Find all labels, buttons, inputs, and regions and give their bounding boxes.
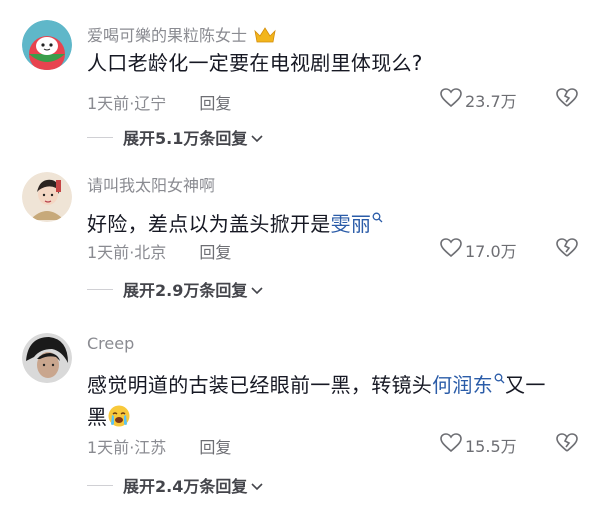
expand-divider (87, 288, 113, 290)
avatar[interactable] (22, 172, 72, 222)
comment-location: 北京 (134, 243, 167, 262)
reply-button[interactable]: 回复 (199, 243, 231, 262)
broken-heart-icon[interactable] (556, 88, 578, 112)
username-text[interactable]: 爱喝可樂的果粒陈女士 (87, 26, 247, 45)
comment-time: 1天前 (87, 243, 130, 262)
username[interactable]: 请叫我太阳女神啊 (87, 172, 215, 196)
comment-location: 辽宁 (134, 94, 167, 113)
comment-text-tail: 又一 (505, 373, 546, 397)
like-button[interactable]: 23.7万 (440, 88, 517, 112)
avatar[interactable] (22, 20, 72, 70)
username[interactable]: 爱喝可樂的果粒陈女士 (87, 22, 276, 47)
comment-text-content: 好险，差点以为盖头掀开是 (87, 212, 331, 236)
broken-heart-icon[interactable] (556, 238, 578, 262)
search-link[interactable]: 雯丽 (331, 212, 372, 236)
expand-replies-button[interactable]: 展开2.4万条回复 (87, 473, 263, 497)
like-button[interactable]: 17.0万 (440, 238, 517, 262)
like-button[interactable]: 15.5万 (440, 433, 517, 457)
like-count: 17.0万 (465, 242, 517, 261)
like-count: 15.5万 (465, 437, 517, 456)
expand-replies-button[interactable]: 展开5.1万条回复 (87, 125, 263, 149)
heart-icon (440, 238, 462, 262)
expand-replies-button[interactable]: 展开2.9万条回复 (87, 277, 263, 301)
comment-text: 人口老龄化一定要在电视剧里体现么? (87, 47, 577, 79)
comment-text-content: 感觉明道的古装已经眼前一黑，转镜头 (87, 373, 433, 397)
comment-text-content: 人口老龄化一定要在电视剧里体现么? (87, 51, 423, 75)
comment-meta: 1天前·北京 回复 (87, 239, 231, 263)
crown-icon (254, 27, 276, 47)
expand-replies-label: 展开2.4万条回复 (123, 477, 248, 496)
comment-text: 好险，差点以为盖头掀开是雯丽 (87, 200, 577, 240)
chevron-down-icon (251, 280, 263, 299)
crying-emoji-icon (107, 404, 131, 437)
expand-divider (87, 484, 113, 486)
expand-divider (87, 136, 113, 138)
reply-button[interactable]: 回复 (199, 94, 231, 113)
comment-meta: 1天前·辽宁 回复 (87, 90, 231, 114)
reply-button[interactable]: 回复 (199, 438, 231, 457)
comment-text: 感觉明道的古装已经眼前一黑，转镜头何润东 又一 黑 (87, 361, 577, 437)
avatar[interactable] (22, 333, 72, 383)
comment-time: 1天前 (87, 94, 130, 113)
heart-icon (440, 88, 462, 112)
username-text[interactable]: Creep (87, 334, 134, 353)
comment-time: 1天前 (87, 438, 130, 457)
expand-replies-label: 展开2.9万条回复 (123, 281, 248, 300)
broken-heart-icon[interactable] (556, 433, 578, 457)
chevron-down-icon (251, 128, 263, 147)
expand-replies-label: 展开5.1万条回复 (123, 129, 248, 148)
heart-icon (440, 433, 462, 457)
like-count: 23.7万 (465, 92, 517, 111)
username[interactable]: Creep (87, 334, 134, 353)
search-icon[interactable] (372, 200, 383, 232)
username-text[interactable]: 请叫我太阳女神啊 (87, 176, 215, 195)
search-link[interactable]: 何润东 (432, 373, 493, 397)
comment-meta: 1天前·江苏 回复 (87, 434, 231, 458)
comment-location: 江苏 (134, 438, 167, 457)
chevron-down-icon (251, 476, 263, 495)
comment-text-line2: 黑 (87, 405, 108, 429)
search-icon[interactable] (494, 361, 505, 393)
